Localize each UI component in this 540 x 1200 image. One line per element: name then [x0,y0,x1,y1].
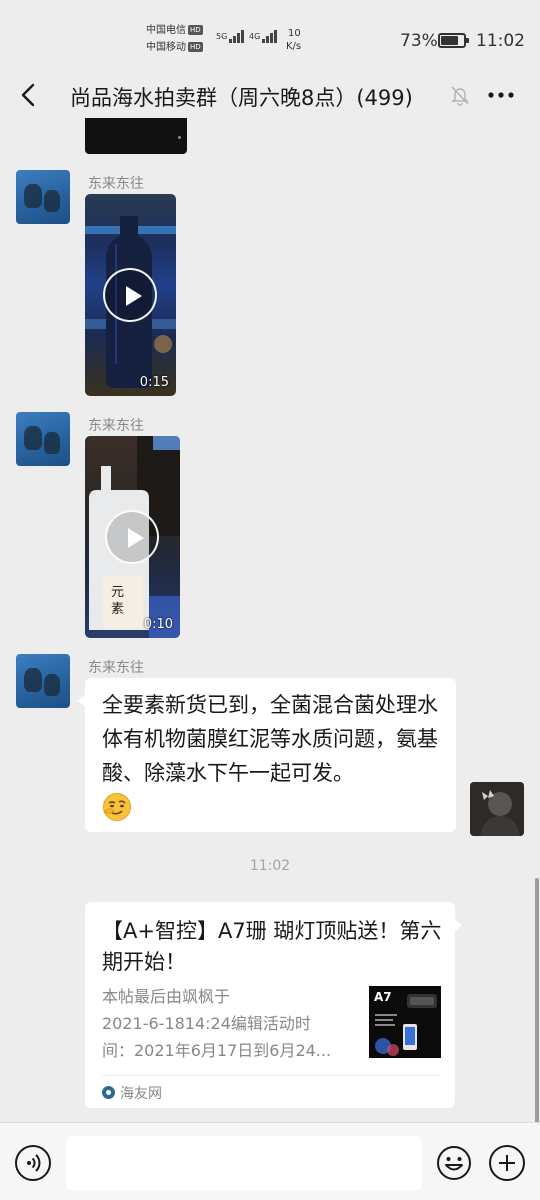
avatar-image [470,782,524,836]
thumbnail-label: A7 [374,990,392,1004]
emoji-icon[interactable] [436,1145,472,1181]
divider [102,1075,441,1076]
time-separator: 11:02 [249,858,291,874]
my-avatar[interactable] [470,782,524,836]
avatar[interactable] [16,170,70,224]
input-bar [0,1122,540,1200]
chat-header: 尚品海水拍卖群（周六晚8点）(499) [0,72,540,118]
signal-5g-icon: 5G [216,30,245,43]
video-duration: 0:15 [139,375,169,390]
bell-mute-icon [451,86,469,106]
link-title: 【A+智控】A7珊 瑚灯顶贴送！第六期开始！ [102,919,442,974]
carrier-2: 中国移动 HD [146,42,203,53]
link-source: 海友网 [102,1083,162,1103]
scrollbar[interactable] [535,878,539,1122]
battery-icon [438,33,469,48]
link-description: 本帖最后由飒枫于 2021-6-1814:24编辑活动时 间：2021年6月17… [102,987,332,1060]
bottle-label: 元素 [111,585,125,617]
carrier-1: 中国电信 HD [146,25,203,36]
sender-name: 东来东往 [88,660,144,676]
video-duration: 0:10 [143,617,173,632]
sender-name: 东来东往 [88,176,144,192]
chat-title: 尚品海水拍卖群（周六晚8点）(499) [70,86,413,110]
status-time: 11:02 [476,31,525,51]
avatar[interactable] [16,412,70,466]
chevron-left-icon[interactable] [14,80,44,110]
text-message-bubble[interactable]: 全要素新货已到，全菌混合菌处理水体有机物菌膜红泥等水质问题，氨基酸、除藻水下午一… [78,678,456,832]
network-speed: 10 K/s [286,28,302,52]
play-icon[interactable] [105,510,159,564]
video-message[interactable]: 元素 0:10 [85,436,180,638]
plus-icon[interactable] [489,1145,525,1181]
status-bar: 中国电信 HD 中国移动 HD 5G 4G 10 K/s 73% 11:02 [0,0,540,72]
battery-percent: 73% [400,31,438,51]
play-icon[interactable] [103,268,157,322]
message-text: 全要素新货已到，全菌混合菌处理水体有机物菌膜红泥等水质问题，氨基酸、除藻水下午一… [102,693,438,785]
ellipsis-icon[interactable] [486,84,516,106]
smirk-emoji-icon [103,793,131,821]
sender-name: 东来东往 [88,418,144,434]
link-card[interactable]: 【A+智控】A7珊 瑚灯顶贴送！第六期开始！ 本帖最后由飒枫于 2021-6-1… [85,902,462,1108]
voice-icon[interactable] [15,1145,51,1181]
link-thumbnail: A7 [369,986,441,1058]
avatar[interactable] [16,654,70,708]
message-input[interactable] [66,1136,422,1190]
previous-message-clip[interactable] [85,118,187,154]
chat-area[interactable]: 东来东往 0:15 东来东往 元素 0:10 东来东往 全要素新货已到，全菌混合… [0,118,540,1122]
site-logo-icon [102,1086,115,1099]
signal-4g-icon: 4G [249,30,278,43]
video-message[interactable]: 0:15 [85,194,176,396]
